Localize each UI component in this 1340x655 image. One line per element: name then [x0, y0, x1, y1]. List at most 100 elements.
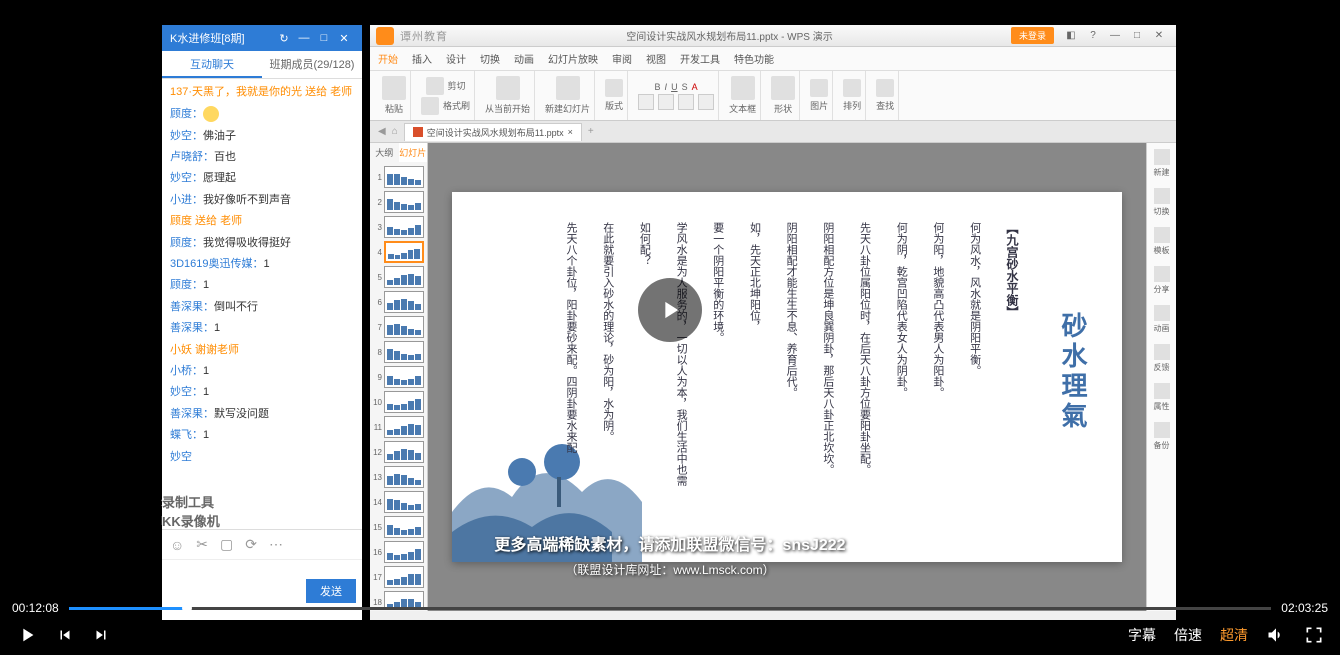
shape-icon[interactable] [771, 76, 795, 100]
slide-text-line: 阴阳相配才能生生不息、养育后代。 [781, 222, 800, 486]
play-button[interactable] [16, 624, 38, 646]
send-button[interactable]: 发送 [306, 579, 356, 603]
italic-button[interactable]: I [665, 82, 668, 92]
chat-message: 妙空：愿理起 [170, 171, 354, 186]
add-tab-icon[interactable]: + [588, 126, 594, 137]
more-icon[interactable]: ⋯ [269, 536, 283, 553]
history-icon[interactable]: ⟳ [245, 536, 257, 553]
slide-thumb[interactable]: 11 [372, 416, 425, 438]
side-tool-反馈[interactable]: 反馈 [1154, 344, 1170, 373]
side-tool-动画[interactable]: 动画 [1154, 305, 1170, 334]
chat-maximize-icon[interactable]: □ [314, 32, 334, 44]
slide-thumb[interactable]: 17 [372, 566, 425, 588]
paste-icon[interactable] [382, 76, 406, 100]
slides-tab[interactable]: 幻灯片 [399, 143, 428, 162]
chat-minimize-icon[interactable]: — [294, 32, 314, 44]
menu-0[interactable]: 开始 [378, 51, 398, 66]
progress-thumb[interactable] [182, 603, 192, 613]
menu-3[interactable]: 切换 [480, 51, 500, 66]
wps-help-icon[interactable]: ? [1082, 30, 1104, 41]
emoji-icon[interactable]: ☺ [170, 537, 184, 553]
slide-thumb[interactable]: 7 [372, 316, 425, 338]
side-tool-模板[interactable]: 模板 [1154, 227, 1170, 256]
arrange-icon[interactable] [843, 79, 861, 97]
slide-thumb[interactable]: 12 [372, 441, 425, 463]
chat-refresh-icon[interactable]: ↻ [274, 32, 294, 45]
wps-titlebar: 谭州教育 空间设计实战风水规划布局11.pptx - WPS 演示 未登录 ◧ … [370, 25, 1176, 47]
slide-thumb[interactable]: 13 [372, 466, 425, 488]
slide-thumb[interactable]: 9 [372, 366, 425, 388]
slide-thumb[interactable]: 3 [372, 216, 425, 238]
play-overlay-button[interactable] [638, 278, 702, 342]
side-tool-切换[interactable]: 切换 [1154, 188, 1170, 217]
format-brush-icon[interactable] [421, 97, 439, 115]
underline-button[interactable]: U [671, 82, 678, 92]
layout-icon[interactable] [605, 79, 623, 97]
wps-maximize-icon[interactable]: □ [1126, 30, 1148, 41]
image-icon[interactable]: ▢ [220, 536, 233, 553]
slide-thumb[interactable]: 5 [372, 266, 425, 288]
home-tab-icon[interactable]: ⌂ [392, 126, 398, 137]
wps-side-toolbar: 新建切换模板分享动画反馈属性备份 [1146, 143, 1176, 611]
menu-1[interactable]: 插入 [412, 51, 432, 66]
menu-6[interactable]: 审阅 [612, 51, 632, 66]
slide-thumb[interactable]: 15 [372, 516, 425, 538]
menu-9[interactable]: 特色功能 [734, 51, 774, 66]
slide-thumb[interactable]: 4 [372, 241, 425, 263]
slide-thumb[interactable]: 14 [372, 491, 425, 513]
strike-button[interactable]: S [682, 82, 688, 92]
find-icon[interactable] [876, 79, 894, 97]
quality-button[interactable]: 超清 [1220, 625, 1248, 645]
menu-7[interactable]: 视图 [646, 51, 666, 66]
cut-icon[interactable] [426, 77, 444, 95]
slide-thumb[interactable]: 6 [372, 291, 425, 313]
subtitle-button[interactable]: 字幕 [1128, 625, 1156, 645]
tab-members[interactable]: 班期成员(29/128) [262, 51, 362, 78]
align-left-icon[interactable] [638, 94, 654, 110]
menu-5[interactable]: 幻灯片放映 [548, 51, 598, 66]
document-tab[interactable]: 空间设计实战风水规划布局11.pptx × [404, 123, 582, 141]
align-center-icon[interactable] [658, 94, 674, 110]
speed-button[interactable]: 倍速 [1174, 625, 1202, 645]
volume-button[interactable] [1266, 625, 1286, 645]
side-tool-备份[interactable]: 备份 [1154, 422, 1170, 451]
slide-text-line: 阴阳相配方位是坤良巽阴卦，那后天八卦正北坎坎。 [818, 222, 837, 486]
play-from-icon[interactable] [496, 76, 520, 100]
font-color-button[interactable]: A [692, 82, 698, 92]
side-tool-属性[interactable]: 属性 [1154, 383, 1170, 412]
progress-track[interactable] [69, 607, 1272, 610]
scissors-icon[interactable]: ✂ [196, 536, 208, 553]
wps-theme-icon[interactable]: ◧ [1060, 30, 1082, 41]
new-slide-icon[interactable] [556, 76, 580, 100]
menu-8[interactable]: 开发工具 [680, 51, 720, 66]
textbox-icon[interactable] [731, 76, 755, 100]
chat-message: 小桥：1 [170, 364, 354, 379]
wps-close-icon[interactable]: ✕ [1148, 30, 1170, 41]
side-tool-新建[interactable]: 新建 [1154, 149, 1170, 178]
close-tab-icon[interactable]: × [568, 127, 573, 137]
slide-thumb[interactable]: 10 [372, 391, 425, 413]
picture-icon[interactable] [810, 79, 828, 97]
chat-message: 137·天黑了，我就是你的光 送给 老师 [170, 85, 354, 100]
prev-button[interactable] [56, 626, 74, 644]
login-button[interactable]: 未登录 [1011, 27, 1054, 44]
chat-close-icon[interactable]: ✕ [334, 32, 354, 45]
list-icon[interactable] [698, 94, 714, 110]
tab-chat[interactable]: 互动聊天 [162, 51, 262, 78]
slide-text-line: 何为风水，风水就是阴阳平衡。 [965, 222, 984, 486]
next-button[interactable] [92, 626, 110, 644]
outline-tab[interactable]: 大纲 [370, 143, 399, 162]
tab-prev-icon[interactable]: ◀ [378, 126, 386, 137]
fullscreen-button[interactable] [1304, 625, 1324, 645]
slide-thumb[interactable]: 1 [372, 166, 425, 188]
align-right-icon[interactable] [678, 94, 694, 110]
menu-2[interactable]: 设计 [446, 51, 466, 66]
side-tool-分享[interactable]: 分享 [1154, 266, 1170, 295]
slide-thumb[interactable]: 8 [372, 341, 425, 363]
bold-button[interactable]: B [655, 82, 661, 92]
chat-message: 善深果：倒叫不行 [170, 300, 354, 315]
menu-4[interactable]: 动画 [514, 51, 534, 66]
slide-thumb[interactable]: 2 [372, 191, 425, 213]
slide-thumb[interactable]: 16 [372, 541, 425, 563]
wps-minimize-icon[interactable]: — [1104, 30, 1126, 41]
